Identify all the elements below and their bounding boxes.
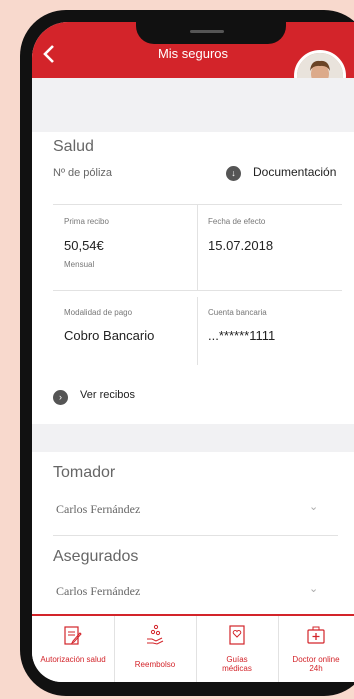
tab-reembolso[interactable]: Reembolso [114, 616, 197, 682]
edit-document-icon [64, 626, 82, 645]
insured-name[interactable]: Carlos Fernández [56, 584, 140, 599]
tab-autorizacion[interactable]: Autorización salud [32, 616, 115, 682]
premium-value: 50,54€ [64, 238, 104, 253]
payment-method-value: Cobro Bancario [64, 328, 155, 343]
payment-method-label: Modalidad de pago [64, 308, 133, 317]
heart-book-icon [229, 625, 245, 645]
phone-notch [136, 22, 286, 44]
hand-coins-icon [147, 624, 164, 645]
view-receipts-link[interactable]: Ver recibos [80, 389, 135, 401]
section-spacer [32, 424, 354, 452]
tab-doctor-online[interactable]: Doctor online 24h [278, 616, 354, 682]
app-screen: Mis seguros Salud Nº de póliza ↓ Documen… [32, 22, 354, 682]
chevron-down-icon[interactable]: ⌄ [309, 582, 318, 595]
divider [197, 297, 198, 365]
top-spacer [32, 78, 354, 132]
divider [197, 204, 198, 290]
premium-label: Prima recibo [64, 217, 109, 226]
download-icon[interactable]: ↓ [226, 166, 241, 181]
holder-title: Tomador [53, 464, 116, 481]
tab-label: Guías médicas [222, 655, 252, 673]
effective-date-label: Fecha de efecto [208, 217, 266, 226]
tab-label: Doctor online 24h [292, 655, 340, 673]
policy-number-label: Nº de póliza [53, 167, 113, 179]
tab-label: Autorización salud [40, 655, 106, 664]
documentation-link[interactable]: Documentación [253, 165, 336, 179]
premium-frequency: Mensual [64, 260, 95, 269]
bank-account-label: Cuenta bancaria [208, 308, 267, 317]
holder-name[interactable]: Carlos Fernández [56, 502, 140, 517]
tab-guias[interactable]: Guías médicas [196, 616, 279, 682]
insured-title: Asegurados [53, 548, 139, 565]
tab-label: Reembolso [134, 660, 176, 669]
effective-date-value: 15.07.2018 [208, 238, 274, 253]
bottom-tab-bar: Autorización salud Reembolso Guías médic… [32, 614, 354, 682]
divider [53, 290, 342, 291]
medical-kit-icon [307, 626, 325, 644]
chevron-down-icon[interactable]: ⌄ [309, 500, 318, 513]
divider [53, 535, 338, 536]
bank-account-value: ...******1111 [208, 328, 276, 343]
chevron-right-icon[interactable]: › [53, 390, 68, 405]
product-name: Salud [53, 138, 94, 155]
